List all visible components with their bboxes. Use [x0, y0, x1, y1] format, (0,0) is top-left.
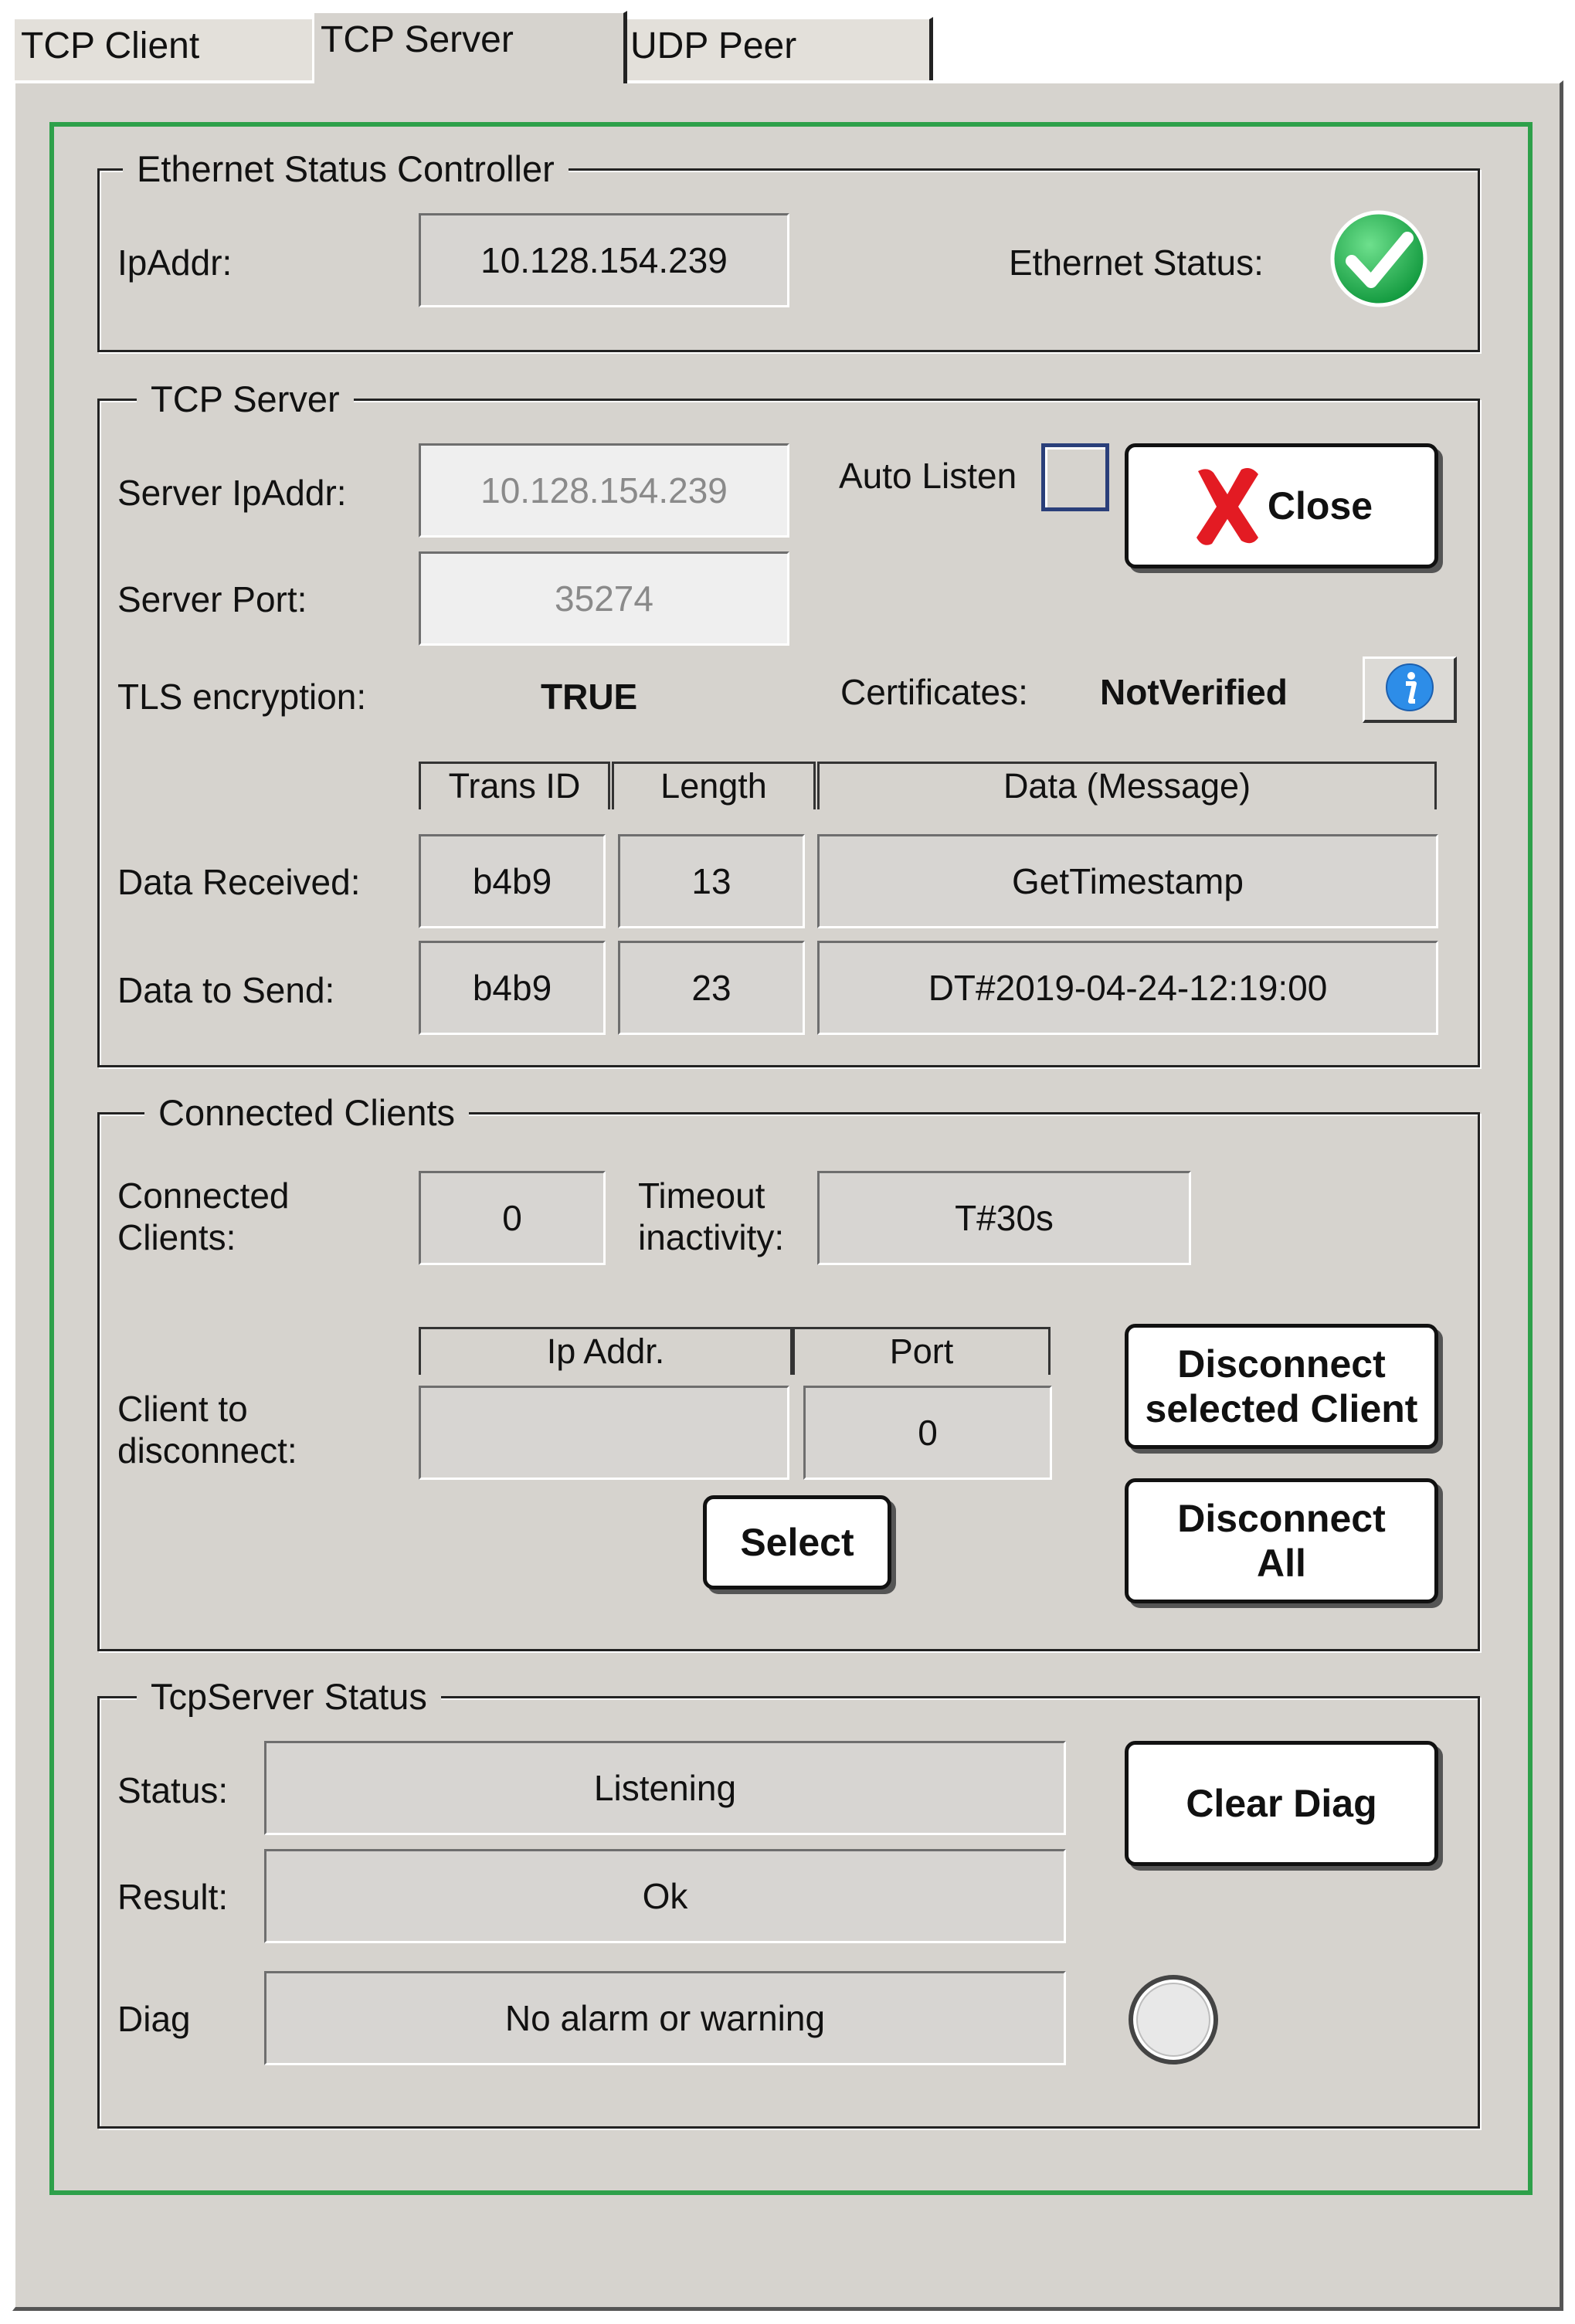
send-data: DT#2019-04-24-12:19:00 [817, 941, 1438, 1035]
tab-udp-peer[interactable]: UDP Peer [624, 17, 933, 80]
result-label: Result: [117, 1877, 229, 1917]
tab-tcp-client[interactable]: TCP Client [12, 17, 317, 80]
certificates-label: Certificates: [840, 672, 1028, 712]
certificates-value: NotVerified [1100, 672, 1288, 712]
timeout-field[interactable]: T#30s [817, 1171, 1191, 1265]
tab-label: TCP Server [321, 19, 514, 60]
connected-clients-field: 0 [419, 1171, 606, 1265]
close-label: Close [1267, 484, 1373, 528]
server-ip-label: Server IpAddr: [117, 473, 347, 513]
tls-label: TLS encryption: [117, 677, 367, 717]
ip-label: IpAddr: [117, 243, 233, 283]
ethernet-status-label: Ethernet Status: [1009, 243, 1264, 283]
disconnect-all-label-1: Disconnect [1177, 1497, 1386, 1540]
clear-diag-button[interactable]: Clear Diag [1125, 1741, 1438, 1866]
group-title: TCP Server [137, 375, 354, 424]
auto-listen-label: Auto Listen [839, 456, 1017, 496]
connected-clients-label-1: Connected [117, 1176, 290, 1216]
col-header-length: Length [612, 762, 816, 809]
group-title: Ethernet Status Controller [123, 144, 569, 194]
server-ip-field: 10.128.154.239 [419, 443, 789, 538]
status-label: Status: [117, 1770, 229, 1810]
disconnect-port-field: 0 [803, 1386, 1052, 1480]
col-header-data: Data (Message) [817, 762, 1437, 809]
send-length: 23 [618, 941, 805, 1035]
diag-field: No alarm or warning [264, 1971, 1066, 2065]
server-port-field[interactable]: 35274 [419, 551, 789, 646]
auto-listen-checkbox[interactable] [1041, 443, 1109, 511]
disconnect-selected-label-2: selected Client [1145, 1387, 1418, 1430]
close-x-icon [1190, 463, 1264, 548]
diag-label: Diag [117, 1999, 191, 2039]
send-trans-id: b4b9 [419, 941, 606, 1035]
disconnect-all-button[interactable]: Disconnect All [1125, 1478, 1438, 1603]
disconnect-all-label-2: All [1257, 1542, 1306, 1585]
check-ok-icon [1329, 209, 1429, 309]
group-title: TcpServer Status [137, 1672, 441, 1722]
col-header-port: Port [793, 1327, 1051, 1375]
select-button[interactable]: Select [703, 1495, 891, 1589]
tls-value: TRUE [541, 677, 638, 717]
data-to-send-label: Data to Send: [117, 970, 335, 1010]
connected-clients-label-2: Clients: [117, 1217, 236, 1257]
timeout-label-2: inactivity: [638, 1217, 785, 1257]
tab-label: TCP Client [21, 25, 200, 66]
close-button[interactable]: Close [1125, 443, 1438, 568]
server-port-label: Server Port: [117, 579, 307, 619]
disconnect-selected-label-1: Disconnect [1177, 1342, 1386, 1386]
data-received-label: Data Received: [117, 862, 361, 902]
col-header-ip-addr: Ip Addr. [419, 1327, 793, 1375]
diag-led-icon [1125, 1971, 1222, 2068]
status-field: Listening [264, 1741, 1066, 1835]
received-data: GetTimestamp [817, 834, 1438, 928]
clear-diag-label: Clear Diag [1186, 1782, 1377, 1825]
info-icon [1385, 663, 1434, 716]
col-header-trans-id: Trans ID [419, 762, 610, 809]
tab-tcp-server[interactable]: TCP Server [312, 11, 627, 83]
info-button[interactable] [1363, 656, 1457, 723]
tab-label: UDP Peer [630, 25, 797, 66]
disconnect-selected-client-button[interactable]: Disconnect selected Client [1125, 1324, 1438, 1449]
received-length: 13 [618, 834, 805, 928]
ip-address-field: 10.128.154.239 [419, 213, 789, 307]
group-title: Connected Clients [144, 1088, 470, 1138]
client-to-disconnect-label-2: disconnect: [117, 1430, 297, 1471]
result-field: Ok [264, 1849, 1066, 1943]
disconnect-ip-field [419, 1386, 789, 1480]
client-to-disconnect-label-1: Client to [117, 1389, 248, 1429]
received-trans-id: b4b9 [419, 834, 606, 928]
select-label: Select [740, 1521, 854, 1564]
timeout-label-1: Timeout [638, 1176, 765, 1216]
